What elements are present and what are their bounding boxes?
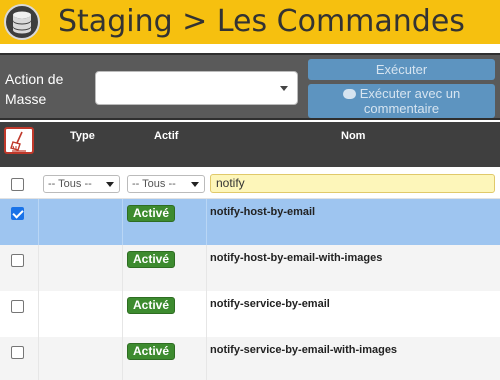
app-header: Staging > Les Commandes xyxy=(0,0,500,44)
comment-icon xyxy=(342,89,356,99)
type-filter-select[interactable]: -- Tous -- xyxy=(43,175,120,193)
filter-row: -- Tous -- -- Tous -- notify xyxy=(0,167,500,199)
type-filter-value: -- Tous -- xyxy=(48,178,92,190)
command-name[interactable]: notify-service-by-email xyxy=(210,298,330,310)
execute-button[interactable]: Exécuter xyxy=(308,59,495,80)
column-divider xyxy=(122,245,123,291)
row-checkbox[interactable] xyxy=(11,207,24,220)
column-divider xyxy=(122,291,123,337)
chevron-down-icon xyxy=(191,182,199,187)
execute-with-comment-label: Exécuter avec un commentaire xyxy=(359,86,461,116)
page-title: Staging > Les Commandes xyxy=(58,4,465,39)
table-row[interactable]: Activé notify-host-by-email xyxy=(0,199,500,245)
column-divider xyxy=(38,291,39,337)
row-checkbox[interactable] xyxy=(11,346,24,359)
command-name[interactable]: notify-host-by-email-with-images xyxy=(210,252,382,264)
select-all-checkbox[interactable] xyxy=(11,178,24,191)
table-row[interactable]: Activé notify-service-by-email-with-imag… xyxy=(0,337,500,380)
column-header-actif[interactable]: Actif xyxy=(154,130,178,142)
column-divider xyxy=(122,199,123,245)
clear-filters-button[interactable] xyxy=(4,127,34,154)
column-divider xyxy=(38,199,39,245)
column-divider xyxy=(206,199,207,245)
column-header-type[interactable]: Type xyxy=(70,130,95,142)
status-badge: Activé xyxy=(127,297,176,314)
table-row[interactable]: Activé notify-service-by-email xyxy=(0,291,500,337)
row-checkbox[interactable] xyxy=(11,254,24,267)
row-checkbox[interactable] xyxy=(11,300,24,313)
chevron-down-icon xyxy=(106,182,114,187)
column-header-nom[interactable]: Nom xyxy=(341,130,365,142)
actif-filter-value: -- Tous -- xyxy=(132,178,176,190)
execute-with-comment-button[interactable]: Exécuter avec un commentaire xyxy=(308,84,495,118)
actif-filter-select[interactable]: -- Tous -- xyxy=(127,175,205,193)
command-name[interactable]: notify-host-by-email xyxy=(210,206,315,218)
name-filter-input[interactable]: notify xyxy=(210,174,495,193)
column-divider xyxy=(122,337,123,380)
status-badge: Activé xyxy=(127,343,176,360)
table-row[interactable]: Activé notify-host-by-email-with-images xyxy=(0,245,500,291)
status-badge: Activé xyxy=(127,205,176,222)
column-divider xyxy=(38,245,39,291)
mass-action-bar: Action de Masse Exécuter Exécuter avec u… xyxy=(0,53,500,120)
column-divider xyxy=(206,291,207,337)
broom-icon xyxy=(10,131,26,152)
column-divider xyxy=(38,337,39,380)
column-divider xyxy=(206,245,207,291)
mass-action-label: Action de Masse xyxy=(5,71,64,107)
database-icon xyxy=(4,4,40,40)
command-name[interactable]: notify-service-by-email-with-images xyxy=(210,344,397,356)
column-divider xyxy=(206,337,207,380)
chevron-down-icon xyxy=(280,86,288,91)
table-header: Type Actif Nom xyxy=(0,122,500,167)
mass-action-select[interactable] xyxy=(95,71,298,105)
status-badge: Activé xyxy=(127,251,176,268)
